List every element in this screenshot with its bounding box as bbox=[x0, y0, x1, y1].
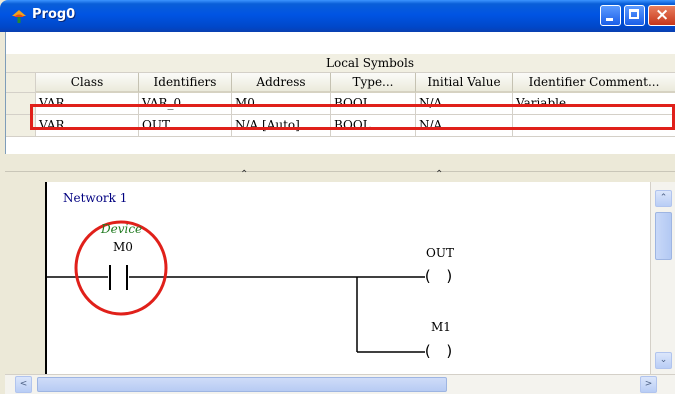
maximize-button[interactable] bbox=[624, 5, 645, 26]
table-cell-address[interactable]: N/A [Auto] bbox=[232, 115, 331, 137]
local-symbols-title: Local Symbols bbox=[326, 56, 415, 70]
column-header-identifiers[interactable]: Identifiers bbox=[139, 73, 232, 93]
title-bar[interactable]: Prog0 × bbox=[0, 0, 675, 32]
table-cell-identifier[interactable]: OUT bbox=[139, 115, 232, 137]
program-icon bbox=[12, 10, 26, 23]
coil-m1-label: M1 bbox=[431, 320, 451, 334]
coil-out[interactable]: ( ) bbox=[423, 267, 456, 285]
header-gutter bbox=[6, 73, 36, 93]
table-cell-type[interactable]: BOOL bbox=[331, 93, 416, 115]
table-cell-initial-value[interactable]: N/A bbox=[416, 115, 513, 137]
contact-comment: Device bbox=[101, 222, 143, 236]
column-header-class[interactable]: Class bbox=[36, 73, 139, 93]
horizontal-scroll-thumb[interactable] bbox=[37, 377, 447, 392]
table-cell-class[interactable]: VAR bbox=[36, 93, 139, 115]
minimize-icon bbox=[606, 18, 613, 21]
vertical-scroll-thumb[interactable] bbox=[655, 212, 672, 260]
table-cell-identifier[interactable]: VAR_0 bbox=[139, 93, 232, 115]
local-symbols-header: Local Symbols bbox=[6, 54, 675, 73]
table-cell-address[interactable]: M0 bbox=[232, 93, 331, 115]
coil-out-label: OUT bbox=[426, 246, 454, 260]
table-cell-class[interactable]: VAR bbox=[36, 115, 139, 137]
scroll-up-button[interactable]: ⌃ bbox=[655, 190, 672, 207]
maximize-icon bbox=[629, 9, 639, 19]
window-title: Prog0 bbox=[32, 7, 76, 22]
splitter-arrow-left[interactable]: ⌃ bbox=[240, 169, 248, 180]
ladder-rungs bbox=[45, 182, 425, 374]
table-cell-initial-value[interactable]: N/A bbox=[416, 93, 513, 115]
local-symbols-table: Local Symbols Class Identifiers Address … bbox=[5, 32, 675, 154]
chevron-right-icon: > bbox=[644, 379, 653, 389]
chevron-down-icon: ⌄ bbox=[659, 355, 668, 365]
network-label: Network 1 bbox=[63, 191, 128, 205]
minimize-button[interactable] bbox=[600, 5, 621, 26]
vertical-scrollbar[interactable]: ⌃ ⌄ bbox=[650, 182, 675, 374]
scroll-left-button[interactable]: < bbox=[15, 376, 32, 393]
table-cell-comment[interactable]: Variable bbox=[513, 93, 675, 115]
contact-address: M0 bbox=[113, 240, 133, 254]
column-header-type[interactable]: Type... bbox=[331, 73, 416, 93]
coil-m1[interactable]: ( ) bbox=[423, 342, 456, 360]
row-gutter[interactable] bbox=[6, 115, 36, 137]
column-header-initial-value[interactable]: Initial Value bbox=[416, 73, 513, 93]
column-header-identifier-comment[interactable]: Identifier Comment... bbox=[513, 73, 675, 93]
close-button[interactable]: × bbox=[648, 5, 675, 26]
program-window: Prog0 × Local Symbols Class Identifiers … bbox=[0, 0, 675, 394]
row-gutter[interactable] bbox=[6, 93, 36, 115]
column-header-address[interactable]: Address bbox=[232, 73, 331, 93]
close-icon: × bbox=[655, 5, 670, 25]
table-cell-comment[interactable] bbox=[513, 115, 675, 137]
chevron-left-icon: < bbox=[19, 379, 28, 389]
horizontal-scrollbar[interactable]: < > bbox=[5, 374, 675, 394]
scroll-down-button[interactable]: ⌄ bbox=[655, 352, 672, 369]
splitter-arrow-right[interactable]: ⌃ bbox=[435, 169, 443, 180]
chevron-up-icon: ⌃ bbox=[659, 193, 668, 203]
ladder-editor[interactable]: Network 1 Device M0 OUT ( ) M1 ( ) bbox=[5, 182, 650, 374]
scroll-right-button[interactable]: > bbox=[640, 376, 657, 393]
table-cell-type[interactable]: BOOL bbox=[331, 115, 416, 137]
